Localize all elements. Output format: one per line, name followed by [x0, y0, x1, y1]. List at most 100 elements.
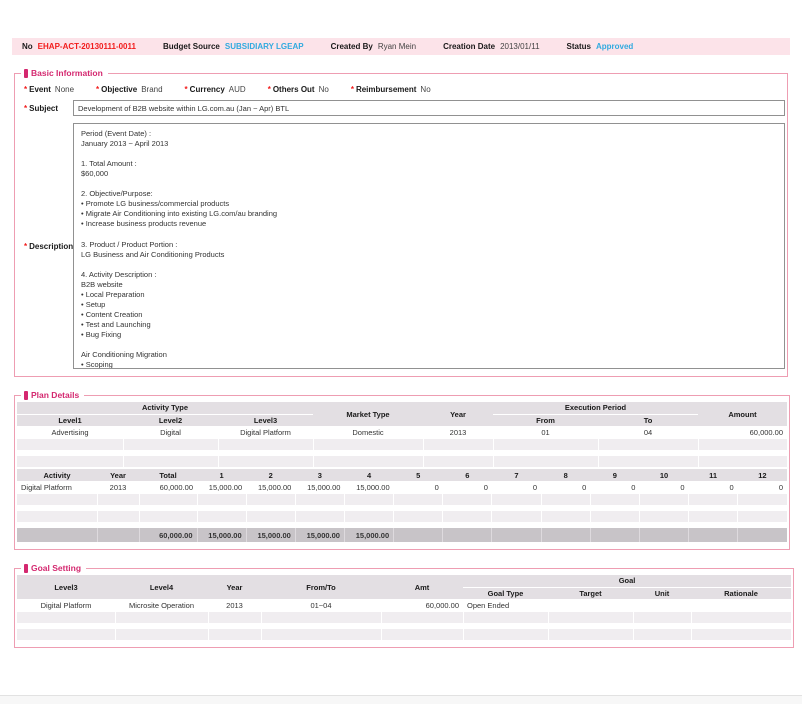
- header-from-to: From/To: [261, 575, 381, 599]
- header-month-5: 5: [394, 469, 443, 481]
- subject-row: * Subject Development of B2B website wit…: [15, 100, 785, 116]
- cell-level2: Digital: [123, 426, 218, 439]
- header-month-8: 8: [541, 469, 590, 481]
- budget-source-label: Budget Source: [163, 42, 220, 51]
- total-month-7: [492, 528, 541, 542]
- totals-row: 60,000.00 15,000.00 15,000.00 15,000.00 …: [17, 528, 787, 542]
- basic-information-header: Basic Information: [21, 68, 108, 78]
- header-from: From: [493, 414, 598, 426]
- cell-from: 01: [493, 426, 598, 439]
- header-year: Year: [208, 575, 261, 599]
- description-textarea[interactable]: Period (Event Date) : January 2013 ~ Apr…: [73, 123, 785, 369]
- cell-unit: [633, 599, 691, 612]
- empty-row: [17, 456, 787, 467]
- cell-to: 04: [598, 426, 698, 439]
- field-reimbursement: * Reimbursement No: [351, 85, 431, 94]
- subject-label-wrap: * Subject: [15, 100, 73, 116]
- cell-level1: Advertising: [17, 426, 123, 439]
- no-label: No: [22, 42, 33, 51]
- cell-activity: Digital Platform: [17, 481, 97, 494]
- header-month-7: 7: [492, 469, 541, 481]
- cell-rationale: [691, 599, 791, 612]
- subject-label: Subject: [29, 104, 58, 113]
- others-out-value: No: [319, 85, 329, 94]
- cell-month-11: 0: [689, 481, 738, 494]
- record-no-group: No EHAP-ACT-20130111-0011: [22, 42, 136, 51]
- total-month-9: [590, 528, 639, 542]
- created-by-value: Ryan Mein: [378, 42, 416, 51]
- header-activity-type: Activity Type: [17, 402, 313, 414]
- header-amt: Amt: [381, 575, 463, 599]
- total-month-12: [738, 528, 787, 542]
- status-label: Status: [567, 42, 591, 51]
- header-level3: Level3: [17, 575, 115, 599]
- header-to: To: [598, 414, 698, 426]
- field-event: * Event None: [24, 85, 74, 94]
- cell-market-type: Domestic: [313, 426, 423, 439]
- header-total: Total: [139, 469, 197, 481]
- cell-month-6: 0: [443, 481, 492, 494]
- header-year: Year: [97, 469, 139, 481]
- creation-date-value: 2013/01/11: [500, 42, 539, 51]
- monthly-row[interactable]: Digital Platform 2013 60,000.00 15,000.0…: [17, 481, 787, 494]
- cell-level3: Digital Platform: [218, 426, 313, 439]
- empty-row: [17, 511, 787, 522]
- subject-input[interactable]: Development of B2B website within LG.com…: [73, 100, 785, 116]
- cell-month-5: 0: [394, 481, 443, 494]
- description-label-wrap: * Description: [15, 123, 73, 369]
- field-objective: * Objective Brand: [96, 85, 163, 94]
- header-goal-type: Goal Type: [463, 587, 548, 599]
- total-month-1: 15,000.00: [197, 528, 246, 542]
- header-month-11: 11: [689, 469, 738, 481]
- total-month-11: [689, 528, 738, 542]
- header-goal: Goal: [463, 575, 791, 587]
- cell-month-1: 15,000.00: [197, 481, 246, 494]
- header-month-2: 2: [246, 469, 295, 481]
- others-out-label: Others Out: [273, 85, 315, 94]
- header-rationale: Rationale: [691, 587, 791, 599]
- total-month-8: [541, 528, 590, 542]
- cell-month-9: 0: [590, 481, 639, 494]
- creation-date-group: Creation Date 2013/01/11: [443, 42, 539, 51]
- header-year: Year: [423, 402, 493, 426]
- created-by-label: Created By: [331, 42, 373, 51]
- record-no-value: EHAP-ACT-20130111-0011: [38, 42, 136, 51]
- plan-monthly-table: Activity Year Total 1 2 3 4 5 6 7 8 9 10…: [17, 469, 787, 542]
- cell-goal-type: Open Ended: [463, 599, 548, 612]
- goal-row[interactable]: Digital Platform Microsite Operation 201…: [17, 599, 791, 612]
- empty-row: [17, 612, 791, 623]
- required-marker: *: [96, 85, 99, 94]
- field-others-out: * Others Out No: [268, 85, 329, 94]
- creation-date-label: Creation Date: [443, 42, 495, 51]
- section-marker-icon: [24, 564, 28, 573]
- cell-level4: Microsite Operation: [115, 599, 208, 612]
- cell-year: 2013: [423, 426, 493, 439]
- goal-setting-section: Goal Setting Level3 Level4 Year From/To …: [14, 563, 794, 648]
- cell-from-to: 01~04: [261, 599, 381, 612]
- plan-details-section: Plan Details Activity Type Market Type Y…: [14, 390, 790, 550]
- cell-amt: 60,000.00: [381, 599, 463, 612]
- header-amount: Amount: [698, 402, 787, 426]
- total-month-10: [639, 528, 688, 542]
- total-month-3: 15,000.00: [295, 528, 344, 542]
- plan-type-row[interactable]: Advertising Digital Digital Platform Dom…: [17, 426, 787, 439]
- plan-details-header: Plan Details: [21, 390, 84, 400]
- description-row: * Description Period (Event Date) : Janu…: [15, 123, 785, 369]
- header-execution-period: Execution Period: [493, 402, 698, 414]
- required-marker: *: [268, 85, 271, 94]
- required-marker: *: [185, 85, 188, 94]
- basic-fields-row: * Event None * Objective Brand * Currenc…: [15, 78, 787, 100]
- cell-year: 2013: [97, 481, 139, 494]
- event-value: None: [55, 85, 74, 94]
- required-marker: *: [24, 242, 27, 251]
- header-month-10: 10: [639, 469, 688, 481]
- header-level3: Level3: [218, 414, 313, 426]
- header-month-9: 9: [590, 469, 639, 481]
- bottom-divider: [0, 695, 802, 704]
- cell-month-7: 0: [492, 481, 541, 494]
- header-unit: Unit: [633, 587, 691, 599]
- cell-amount: 60,000.00: [698, 426, 787, 439]
- plan-type-table: Activity Type Market Type Year Execution…: [17, 402, 787, 467]
- header-level2: Level2: [123, 414, 218, 426]
- cell-year: 2013: [208, 599, 261, 612]
